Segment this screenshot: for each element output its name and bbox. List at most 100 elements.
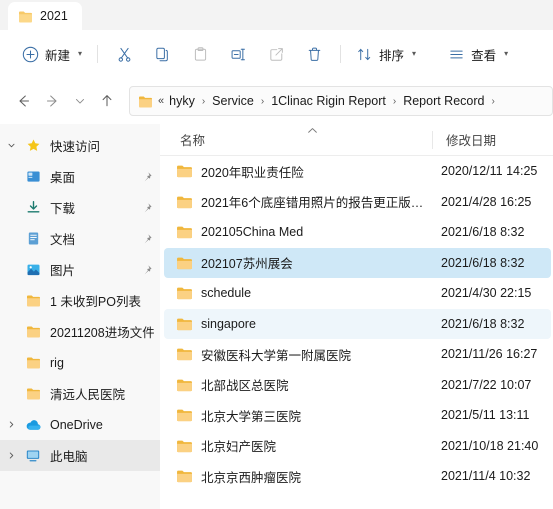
toolbar-divider-2 (340, 45, 342, 63)
pin-icon[interactable] (140, 171, 154, 183)
folder-icon (22, 294, 44, 307)
row-name-cell: 北京大学第三医院 (164, 406, 432, 425)
row-date-label: 2021/4/30 22:15 (441, 286, 532, 301)
folder-icon (22, 325, 44, 338)
folder-icon (176, 164, 193, 178)
row-name-cell: 安徽医科大学第一附属医院 (164, 345, 432, 364)
explorer-body: 快速访问 桌面 下载 文档 图片 1 未收到PO列表 20211208进场文件 … (0, 124, 553, 509)
view-list-icon (448, 46, 465, 63)
sidebar-item-po-list[interactable]: 1 未收到PO列表 (0, 285, 160, 316)
title-bar: 2021 (0, 0, 553, 30)
pin-icon[interactable] (140, 233, 154, 245)
share-button[interactable] (257, 38, 295, 70)
back-button[interactable] (8, 86, 38, 116)
sidebar-item-documents[interactable]: 文档 (0, 223, 160, 254)
row-name-label: schedule (201, 286, 252, 301)
pin-icon[interactable] (140, 264, 154, 276)
cut-button[interactable] (105, 38, 143, 70)
column-header-date[interactable]: 修改日期 (432, 130, 496, 149)
sidebar-item-this-pc[interactable]: 此电脑 (0, 440, 160, 471)
column-header-name[interactable]: 名称 (160, 127, 432, 149)
chevron-right-icon: › (392, 95, 397, 107)
sidebar-label: 1 未收到PO列表 (50, 295, 141, 309)
new-button[interactable]: 新建 ▾ (14, 38, 90, 70)
forward-button[interactable] (38, 86, 68, 116)
table-row[interactable]: 北京大学第三医院 2021/5/11 13:11 (164, 400, 551, 431)
row-name-cell: schedule (164, 286, 432, 300)
delete-button[interactable] (295, 38, 333, 70)
sidebar-item-qingyuan-hospital[interactable]: 清远人民医院 (0, 378, 160, 409)
chevron-right-icon[interactable] (0, 451, 22, 460)
folder-icon (176, 225, 193, 239)
folder-icon (176, 317, 193, 331)
sidebar-item-downloads[interactable]: 下载 (0, 192, 160, 223)
table-row[interactable]: 202107苏州展会 2021/6/18 8:32 (164, 247, 551, 278)
paste-icon (192, 46, 209, 63)
chevron-right-icon: › (491, 95, 495, 107)
row-name-cell: 北部战区总医院 (164, 375, 432, 394)
row-date-label: 2021/6/18 8:32 (441, 225, 525, 240)
sort-button-label: 排序 (379, 48, 405, 63)
folder-icon (176, 439, 193, 453)
sidebar-item-pictures[interactable]: 图片 (0, 254, 160, 285)
rename-button[interactable] (219, 38, 257, 70)
up-button[interactable] (92, 86, 122, 116)
table-row[interactable]: 北京京西肿瘤医院 2021/11/4 10:32 (164, 461, 551, 492)
copy-icon (154, 46, 171, 63)
row-name-label: 2020年职业责任险 (201, 165, 304, 180)
breadcrumb-item-2[interactable]: 1Clinac Rigin Report (271, 94, 386, 108)
address-bar[interactable]: « hyky › Service › 1Clinac Rigin Report … (129, 86, 553, 116)
row-date-label: 2021/6/18 8:32 (441, 255, 525, 270)
breadcrumb-overflow-button[interactable]: « (157, 95, 165, 107)
row-name-label: 北京大学第三医院 (201, 409, 302, 424)
view-button[interactable]: 查看 ▾ (440, 38, 516, 70)
star-icon (22, 138, 44, 153)
sort-button[interactable]: 排序 ▾ (348, 38, 424, 70)
sort-icon (356, 46, 373, 63)
file-explorer-window: 2021 新建 ▾ 排序 ▾ 查看 ▾ « hyky › Service › 1… (0, 0, 553, 509)
row-date-label: 2021/4/28 16:25 (441, 194, 532, 209)
window-tab[interactable]: 2021 (8, 2, 82, 30)
column-header-name-label: 名称 (180, 134, 206, 148)
chevron-down-icon[interactable] (0, 141, 22, 150)
table-row[interactable]: 北京妇产医院 2021/10/18 21:40 (164, 431, 551, 462)
trash-icon (306, 46, 323, 63)
row-date-label: 2021/7/22 10:07 (441, 377, 532, 392)
table-row[interactable]: 2021年6个底座错用照片的报告更正版报... 2021/4/28 16:25 (164, 187, 551, 218)
table-row[interactable]: 2020年职业责任险 2020/12/11 14:25 (164, 156, 551, 187)
chevron-right-icon[interactable] (0, 420, 22, 429)
row-date-label: 2021/10/18 21:40 (441, 438, 539, 453)
row-name-cell: 北京京西肿瘤医院 (164, 467, 432, 486)
recent-locations-button[interactable] (68, 86, 92, 116)
pin-icon[interactable] (140, 202, 154, 214)
sidebar-item-rig[interactable]: rig (0, 347, 160, 378)
table-row[interactable]: singapore 2021/6/18 8:32 (164, 308, 551, 339)
view-button-label: 查看 (471, 48, 497, 63)
row-name-label: 202107苏州展会 (201, 257, 293, 272)
rename-icon (230, 46, 247, 63)
navigation-pane: 快速访问 桌面 下载 文档 图片 1 未收到PO列表 20211208进场文件 … (0, 124, 160, 509)
sort-ascending-icon (307, 127, 318, 134)
sidebar-label: 文档 (50, 233, 76, 247)
sidebar-item-quick-access[interactable]: 快速访问 (0, 130, 160, 161)
table-row[interactable]: 安徽医科大学第一附属医院 2021/11/26 16:27 (164, 339, 551, 370)
table-row[interactable]: 202105China Med 2021/6/18 8:32 (164, 217, 551, 248)
chevron-down-icon: ▾ (78, 49, 83, 58)
paste-button[interactable] (181, 38, 219, 70)
table-row[interactable]: 北部战区总医院 2021/7/22 10:07 (164, 370, 551, 401)
sidebar-item-20211208[interactable]: 20211208进场文件 (0, 316, 160, 347)
table-row[interactable]: schedule 2021/4/30 22:15 (164, 278, 551, 309)
file-rows: 2020年职业责任险 2020/12/11 14:25 2021年6个底座错用照… (160, 156, 553, 509)
new-button-label: 新建 (45, 48, 71, 63)
sidebar-item-desktop[interactable]: 桌面 (0, 161, 160, 192)
copy-button[interactable] (143, 38, 181, 70)
row-name-cell: singapore (164, 317, 432, 331)
breadcrumb-item-0[interactable]: hyky (169, 94, 195, 108)
breadcrumb-item-3[interactable]: Report Record (403, 94, 484, 108)
breadcrumb-item-1[interactable]: Service (212, 94, 254, 108)
folder-icon (176, 408, 193, 422)
downloads-icon (22, 200, 44, 215)
sidebar-item-onedrive[interactable]: OneDrive (0, 409, 160, 440)
column-header-row: 名称 修改日期 (160, 124, 553, 156)
navigation-bar: « hyky › Service › 1Clinac Rigin Report … (0, 78, 553, 124)
